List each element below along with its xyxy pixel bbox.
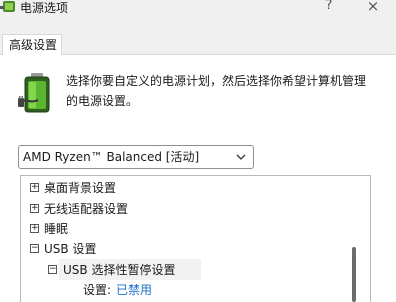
tab-advanced-settings[interactable]: 高级设置 bbox=[2, 34, 62, 55]
tree-item-label: USB 选择性暂停设置 bbox=[63, 263, 176, 277]
expand-icon[interactable]: + bbox=[30, 204, 39, 213]
description-line-2: 的电源设置。 bbox=[66, 94, 139, 108]
title-bar: 电源选项 ? × bbox=[0, 0, 396, 30]
tree-item-setting[interactable]: 设置: 已禁用 bbox=[21, 280, 351, 300]
power-plan-selected-value: AMD Ryzen™ Balanced [活动] bbox=[23, 150, 200, 164]
expand-icon[interactable]: + bbox=[30, 224, 39, 233]
close-button[interactable]: × bbox=[362, 0, 384, 16]
tree-scrollbar[interactable] bbox=[352, 247, 356, 302]
tree-item-desktop-background[interactable]: + 桌面背景设置 bbox=[21, 178, 351, 198]
description-line-1: 选择你要自定义的电源计划，然后选择你希望计算机管理 bbox=[66, 74, 367, 88]
battery-power-icon bbox=[18, 73, 50, 113]
chevron-down-icon bbox=[235, 146, 247, 176]
tree-item-usb-settings[interactable]: − USB 设置 bbox=[21, 239, 351, 259]
tree-item-wireless-adapter[interactable]: + 无线适配器设置 bbox=[21, 199, 351, 219]
description-text: 选择你要自定义的电源计划，然后选择你希望计算机管理 的电源设置。 bbox=[66, 71, 388, 111]
collapse-icon[interactable]: − bbox=[30, 244, 39, 253]
tree-item-label: 无线适配器设置 bbox=[44, 202, 129, 216]
collapse-icon[interactable]: − bbox=[48, 265, 57, 274]
power-plan-dropdown[interactable]: AMD Ryzen™ Balanced [活动] bbox=[18, 145, 254, 169]
tree-item-usb-selective-suspend[interactable]: − USB 选择性暂停设置 bbox=[21, 260, 351, 280]
power-options-icon bbox=[0, 1, 15, 12]
setting-value-link[interactable]: 已禁用 bbox=[116, 280, 152, 300]
setting-label: 设置: bbox=[83, 283, 112, 297]
tree-item-label: 桌面背景设置 bbox=[44, 181, 117, 195]
tree-item-label: 睡眠 bbox=[44, 222, 69, 236]
window-title: 电源选项 bbox=[20, 1, 69, 15]
help-button[interactable]: ? bbox=[318, 0, 340, 16]
tree-item-label: USB 设置 bbox=[44, 242, 97, 256]
settings-tree[interactable]: + 桌面背景设置 + 无线适配器设置 + 睡眠 − USB 设置 − USB 选… bbox=[20, 175, 371, 302]
expand-icon[interactable]: + bbox=[30, 183, 39, 192]
tree-item-sleep[interactable]: + 睡眠 bbox=[21, 219, 351, 239]
